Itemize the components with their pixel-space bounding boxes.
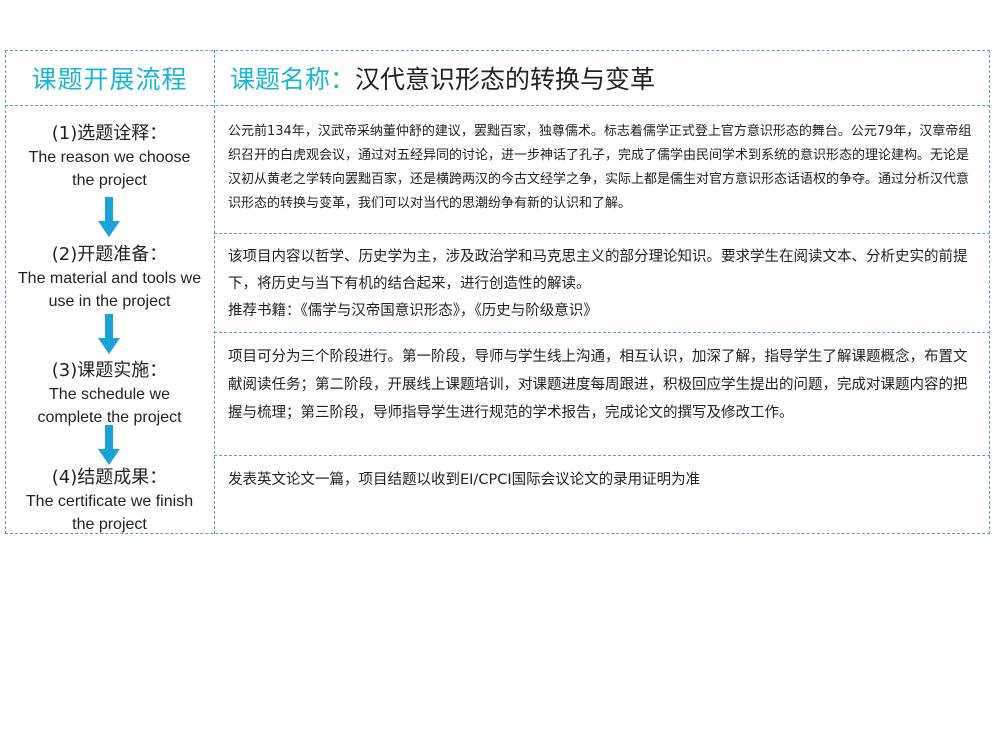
implementation-text: 项目可分为三个阶段进行。第一阶段，导师与学生线上沟通，相互认识，加深了解，指导学… (228, 343, 976, 427)
result-paragraph: 发表英文论文一篇，项目结题以收到EI/CPCI国际会议论文的录用证明为准 (228, 472, 701, 488)
step-english-line: The schedule we (49, 386, 170, 403)
step-english-line: use in the project (48, 293, 171, 310)
process-title: 课题开展流程 (31, 64, 188, 94)
step-result: (4)结题成果： The certificate we finish the p… (5, 466, 214, 536)
result-text: 发表英文论文一篇，项目结题以收到EI/CPCI国际会议论文的录用证明为准 (228, 467, 976, 493)
preparation-text: 该项目内容以哲学、历史学为主，涉及政治学和马克思主义的部分理论知识。要求学生在阅… (228, 244, 976, 325)
preparation-paragraph: 该项目内容以哲学、历史学为主，涉及政治学和马克思主义的部分理论知识。要求学生在阅… (228, 249, 968, 292)
step-english-line: The material and tools we (17, 270, 202, 287)
row-divider-2 (214, 332, 990, 333)
interpretation-paragraph: 公元前134年，汉武帝采纳董仲舒的建议，罢黜百家，独尊儒术。标志着儒学正式登上官… (228, 124, 972, 211)
recommended-books: 推荐书籍：《儒学与汉帝国意识形态》，《历史与阶级意识》 (228, 303, 598, 319)
header-divider (5, 105, 990, 106)
column-divider (214, 50, 215, 534)
down-arrow-icon (98, 425, 120, 465)
project-title-label: 课题名称： (230, 64, 356, 94)
interpretation-text: 公元前134年，汉武帝采纳董仲舒的建议，罢黜百家，独尊儒术。标志着儒学正式登上官… (228, 120, 976, 216)
down-arrow-icon (98, 314, 120, 354)
step-english-line: the project (72, 172, 147, 189)
step-title: (3)课题实施： (51, 360, 168, 381)
step-english-line: The reason we choose (28, 149, 191, 166)
project-title: 汉代意识形态的转换与变革 (355, 64, 656, 94)
step-title: (2)开题准备： (51, 244, 168, 265)
row-divider-3 (214, 455, 990, 456)
step-preparation: (2)开题准备： The material and tools we use i… (5, 243, 214, 313)
row-divider-1 (214, 233, 990, 234)
step-english-line: The certificate we finish (25, 493, 194, 510)
step-title: (4)结题成果： (51, 467, 168, 488)
step-interpretation: (1)选题诠释： The reason we choose the projec… (5, 122, 214, 192)
step-implementation: (3)课题实施： The schedule we complete the pr… (5, 359, 214, 429)
step-title: (1)选题诠释： (51, 123, 168, 144)
down-arrow-icon (98, 197, 120, 237)
step-english-line: the project (72, 516, 147, 533)
implementation-paragraph: 项目可分为三个阶段进行。第一阶段，导师与学生线上沟通，相互认识，加深了解，指导学… (228, 349, 968, 421)
project-title-header: 课题名称： 汉代意识形态的转换与变革 (230, 50, 655, 105)
